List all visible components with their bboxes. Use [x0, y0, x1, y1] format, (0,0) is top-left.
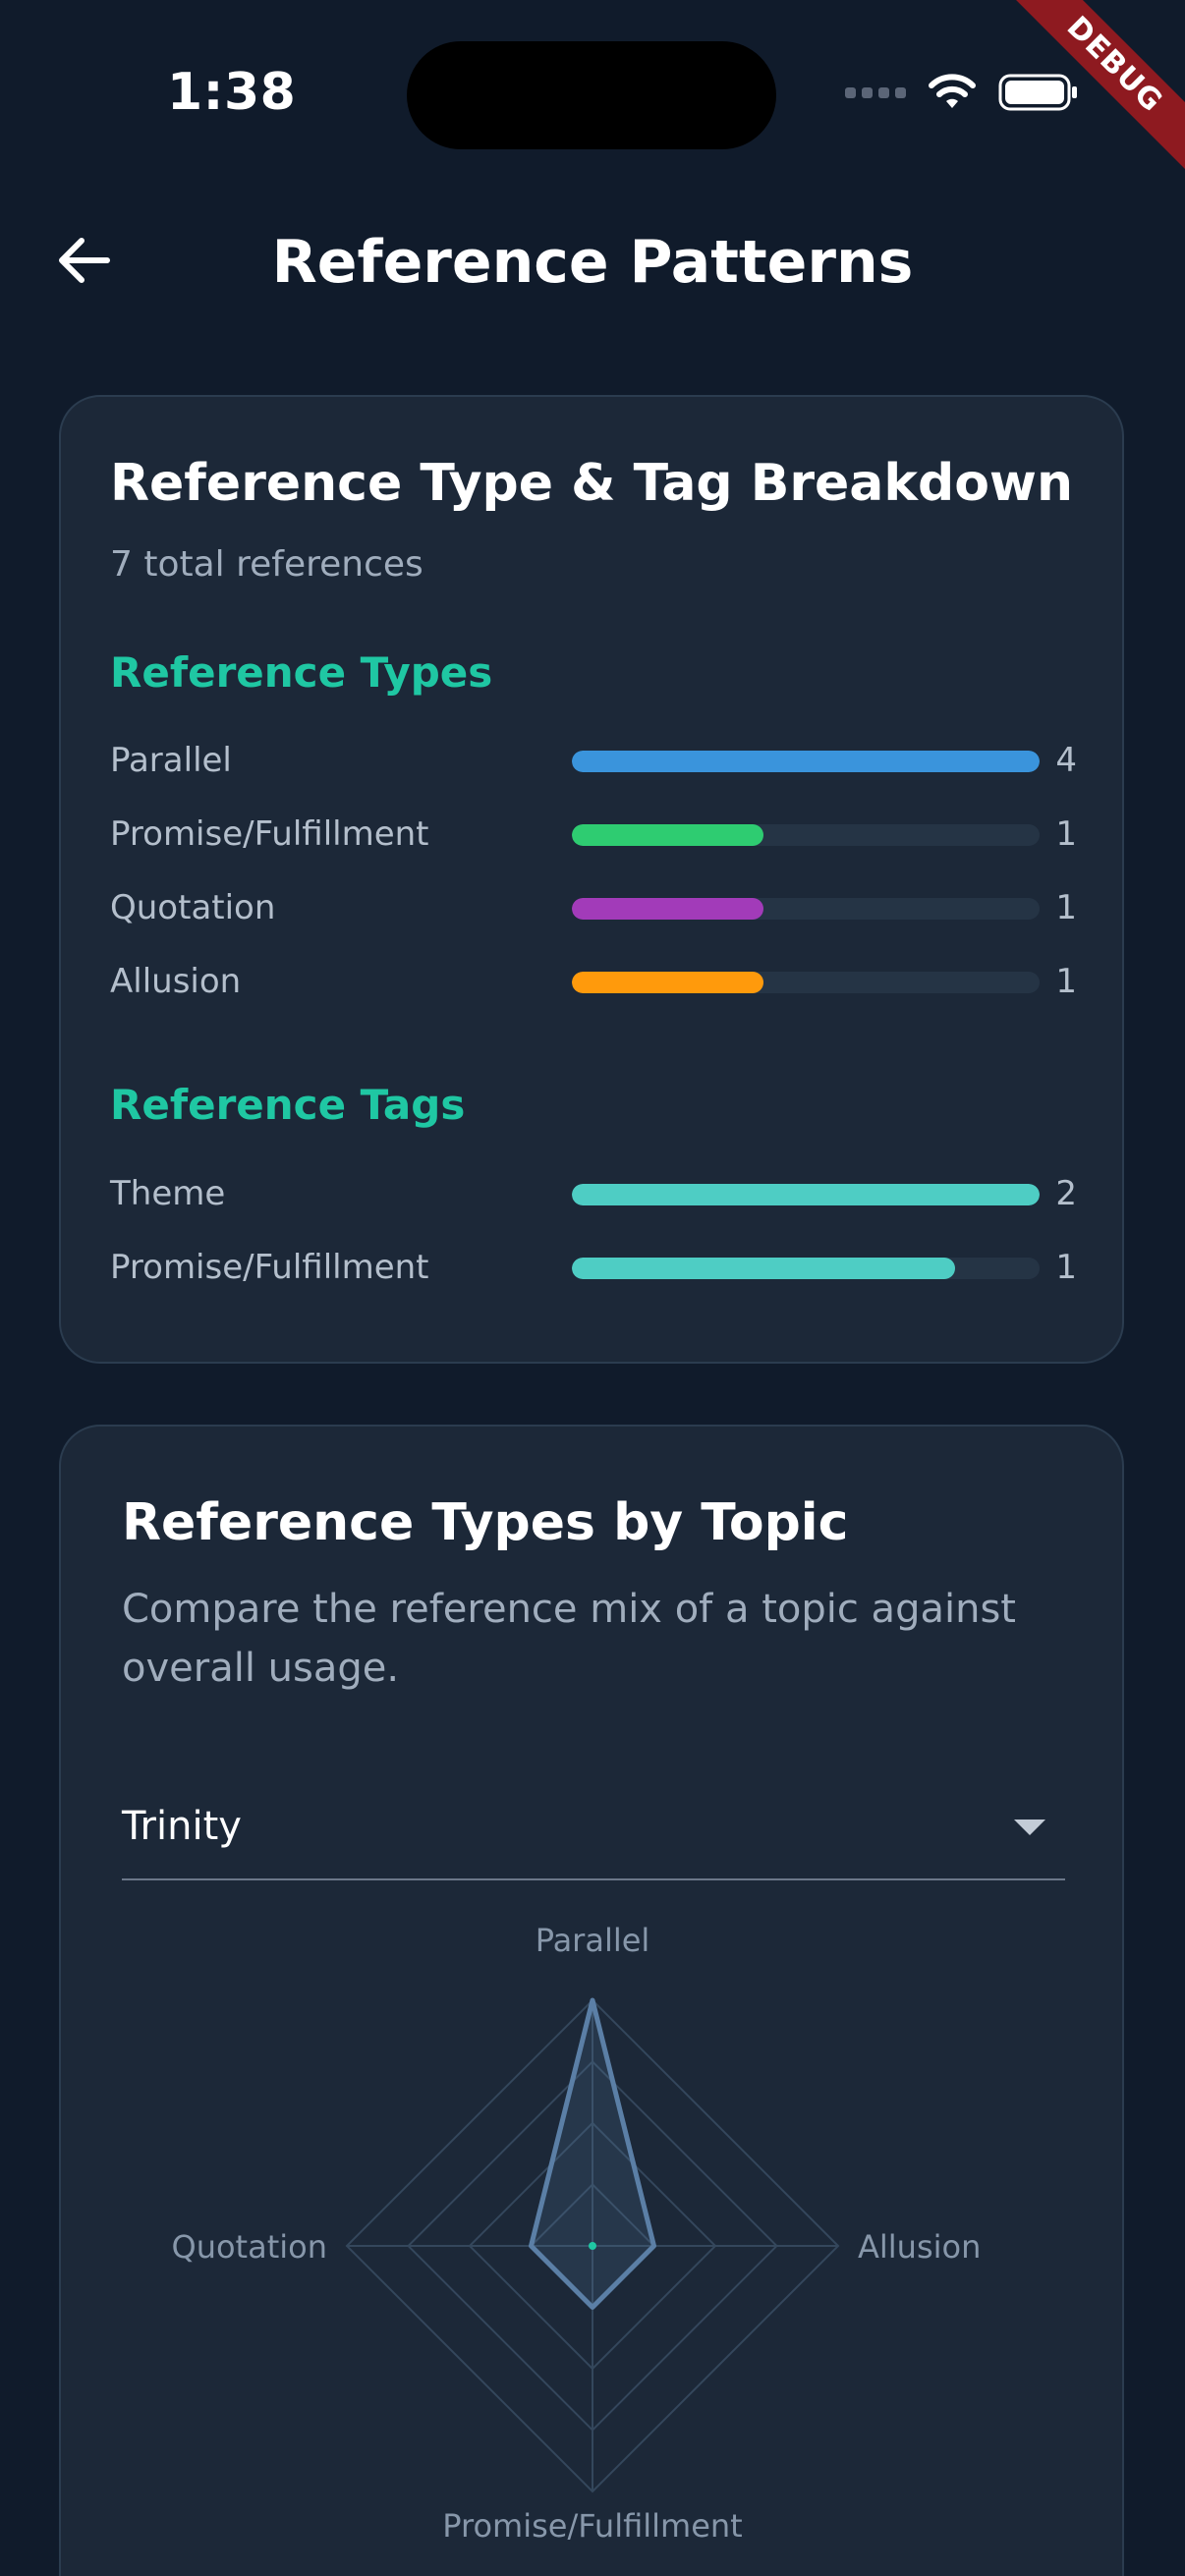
bar-count: 1	[1055, 814, 1077, 854]
topic-dropdown-value: Trinity	[122, 1804, 242, 1849]
reference-tags-heading: Reference Tags	[110, 1081, 466, 1129]
bar-track	[572, 1258, 1040, 1279]
bar-count: 1	[1055, 962, 1077, 1001]
radar-center-dot	[589, 2242, 596, 2250]
bar-fill	[572, 751, 1040, 772]
types-by-topic-title: Reference Types by Topic	[122, 1493, 849, 1552]
bar-label: Promise/Fulfillment	[110, 1248, 429, 1287]
status-icons	[845, 73, 1079, 112]
radar-axis-label: Promise/Fulfillment	[442, 2507, 742, 2545]
radar-chart: Parallel Allusion Promise/Fulfillment Quota…	[172, 1922, 982, 2545]
radar-axis-label: Parallel	[536, 1922, 650, 1959]
tag-row-theme: Theme 2	[110, 1169, 1077, 1218]
breakdown-card: Reference Type & Tag Breakdown 7 total r…	[59, 395, 1124, 1364]
types-by-topic-card: Reference Types by Topic Compare the ref…	[59, 1425, 1124, 2576]
bar-fill	[572, 1184, 1040, 1205]
types-by-topic-description: Compare the reference mix of a topic aga…	[122, 1587, 1016, 1691]
type-row-quotation: Quotation 1	[110, 883, 1077, 932]
bar-track	[572, 751, 1040, 772]
radar-axis-label: Quotation	[172, 2228, 328, 2266]
breakdown-title: Reference Type & Tag Breakdown	[110, 454, 1073, 513]
radar-axis-label: Allusion	[858, 2228, 981, 2266]
bar-label: Parallel	[110, 741, 232, 780]
bar-fill	[572, 824, 764, 846]
status-time: 1:38	[167, 63, 297, 122]
screen: 1:38 DEBUG Reference Patterns Reference …	[0, 0, 1185, 2576]
bar-label: Quotation	[110, 888, 276, 927]
bar-count: 1	[1055, 1248, 1077, 1287]
reference-types-heading: Reference Types	[110, 648, 493, 697]
bar-count: 2	[1055, 1174, 1077, 1213]
bar-label: Theme	[110, 1174, 226, 1213]
bar-track	[572, 972, 1040, 993]
bar-count: 4	[1055, 741, 1077, 780]
bar-fill	[572, 1258, 956, 1279]
wifi-icon	[929, 74, 976, 108]
bar-label: Allusion	[110, 962, 242, 1001]
cellular-icon	[845, 86, 906, 98]
type-row-promise-fulfillment: Promise/Fulfillment 1	[110, 810, 1077, 859]
bar-fill	[572, 972, 764, 993]
breakdown-subtitle: 7 total references	[110, 544, 423, 585]
caret-down-icon	[1014, 1820, 1045, 1835]
bar-fill	[572, 898, 764, 920]
radar-series-shape	[529, 1997, 656, 2310]
bar-track	[572, 1184, 1040, 1205]
bar-label: Promise/Fulfillment	[110, 814, 429, 854]
bar-track	[572, 898, 1040, 920]
battery-icon	[998, 74, 1077, 111]
dynamic-island	[407, 41, 776, 149]
tag-row-promise-fulfillment: Promise/Fulfillment 1	[110, 1243, 1077, 1292]
type-row-allusion: Allusion 1	[110, 957, 1077, 1006]
bar-track	[572, 824, 1040, 846]
bar-count: 1	[1055, 888, 1077, 927]
topic-dropdown[interactable]: Trinity	[122, 1780, 1065, 1880]
type-row-parallel: Parallel 4	[110, 736, 1077, 785]
page-title: Reference Patterns	[271, 228, 914, 297]
